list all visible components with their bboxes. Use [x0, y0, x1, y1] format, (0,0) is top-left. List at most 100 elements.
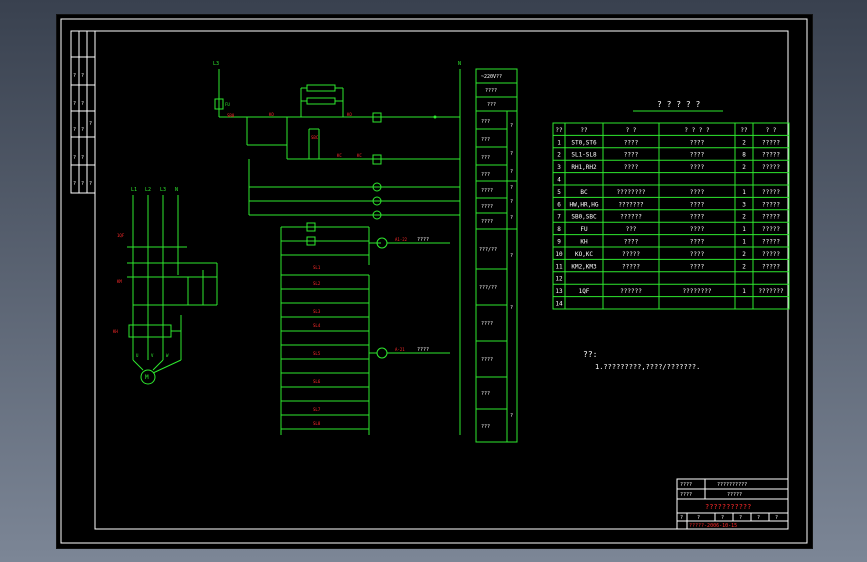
neutral-label: N: [458, 61, 461, 67]
legend-cell: 12: [555, 276, 563, 283]
notes-heading: ??:: [583, 350, 597, 359]
terminal-label: A-21: [395, 347, 405, 352]
strip-text: ?: [89, 121, 92, 127]
legend-cell: HW,HR,HG: [570, 201, 599, 208]
legend-header-cell: ??: [740, 127, 748, 134]
legend-cell: ????: [690, 152, 705, 159]
side-mark: ?: [510, 123, 513, 129]
legend-cell: KO,KC: [575, 251, 593, 258]
function-cell: ???: [481, 155, 490, 161]
legend-header-cell: ? ? ? ?: [684, 127, 710, 134]
control-circuit: L3 N FU SB0 KO SBC KC KO KC: [213, 61, 461, 435]
legend-cell: ?????: [762, 239, 780, 246]
relay-label: KH: [113, 329, 118, 334]
contact-label: SL1: [313, 265, 321, 270]
side-mark: ?: [510, 185, 513, 191]
function-cell: ???: [481, 172, 490, 178]
tb-cell: ?: [775, 515, 778, 521]
contact-label: SL5: [313, 351, 321, 356]
legend-cell: KM2,KM3: [571, 263, 597, 270]
strip-text: ?: [73, 101, 76, 107]
side-mark: ?: [510, 253, 513, 259]
legend-cell: ????: [624, 164, 639, 171]
tb-project: ???????????: [705, 503, 751, 511]
motor-phase: V: [151, 353, 154, 358]
legend-title: ? ? ? ? ?: [657, 100, 701, 109]
legend-cell: 14: [555, 301, 563, 308]
function-cell: ~220V??: [481, 74, 502, 80]
level-switch-circuit: A1-22 ???? A-21 ???? SL1 SL2 SL3 SL4 SL5…: [280, 222, 450, 435]
tb-value: ??????????: [717, 482, 747, 488]
strip-text: ?: [73, 181, 76, 187]
outer-frame: [60, 18, 808, 544]
legend-cell: 2: [742, 214, 746, 221]
legend-cell: 1QF: [579, 288, 590, 295]
legend-cell: 7: [557, 214, 561, 221]
legend-cell: ????????: [617, 189, 646, 196]
legend-cell: 1: [742, 189, 746, 196]
terminal-text: ????: [417, 237, 429, 243]
legend-cell: 5: [557, 189, 561, 196]
strip-text: ?: [73, 73, 76, 79]
legend-cell: ????: [690, 239, 705, 246]
side-mark: ?: [510, 413, 513, 419]
legend-cell: 2: [742, 251, 746, 258]
strip-text: ?: [81, 101, 84, 107]
function-cell: ????: [481, 188, 493, 194]
legend-cell: 13: [555, 288, 563, 295]
contact-label: SL8: [313, 421, 321, 426]
phase-label: L2: [145, 187, 151, 193]
side-mark: ?: [510, 151, 513, 157]
legend-cell: BC: [580, 189, 588, 196]
function-cell: ???: [481, 424, 490, 430]
legend-cell: 3: [557, 164, 561, 171]
thermal-relay: [128, 324, 172, 338]
legend-cell: ????: [690, 214, 705, 221]
phase-label: L3: [213, 61, 219, 67]
fuse-label: FU: [225, 102, 230, 107]
legend-cell: 1: [742, 288, 746, 295]
legend-cell: ????????: [683, 288, 712, 295]
legend-cell: ?????: [622, 251, 640, 258]
legend-cell: KH: [580, 239, 588, 246]
legend-table: ? ? ? ? ? ????? ?? ? ? ???? ?1 ST0,ST6???…: [552, 100, 790, 310]
legend-cell: FU: [580, 226, 588, 233]
contactor-label: KM: [117, 279, 122, 284]
title-block: ???? ?????????? ???? ????? ??????????? ?…: [676, 478, 789, 530]
legend-cell: ?????: [762, 263, 780, 270]
legend-cell: ????: [690, 139, 705, 146]
legend-cell: ????: [624, 152, 639, 159]
schematic-canvas: ? ? ? ? ? ? ? ? ? ? ? ? L3 N FU SB0 KO S…: [60, 18, 808, 544]
legend-cell: 6: [557, 201, 561, 208]
legend-cell: ?????: [622, 263, 640, 270]
tb-label: ????: [680, 492, 692, 498]
strip-text: ?: [81, 181, 84, 187]
tb-cell: ?: [680, 515, 683, 521]
tb-cell: ?: [721, 515, 724, 521]
legend-cell: SB0,SBC: [571, 214, 597, 221]
strip-text: ?: [89, 181, 92, 187]
function-cell: ???/??: [479, 285, 497, 291]
function-column: ~220V?? ???? ??? ??? ??? ??? ??? ???? ??…: [475, 68, 518, 443]
legend-cell: 4: [557, 177, 561, 184]
legend-cell: ????: [690, 251, 705, 258]
contact-label: SB0: [227, 113, 235, 118]
legend-cell: 2: [742, 164, 746, 171]
legend-cell: ?????: [762, 139, 780, 146]
legend-cell: ????: [690, 164, 705, 171]
legend-cell: RH1,RH2: [571, 164, 597, 171]
legend-cell: 1: [742, 226, 746, 233]
legend-cell: 11: [555, 263, 563, 270]
strip-text: ?: [81, 127, 84, 133]
legend-cell: 10: [555, 251, 563, 258]
legend-cell: ?????: [762, 226, 780, 233]
contact-label: KO: [347, 112, 352, 117]
legend-header-cell: ? ?: [626, 127, 637, 134]
legend-cell: ???????: [758, 288, 784, 295]
side-mark: ?: [510, 215, 513, 221]
function-cell: ???: [481, 391, 490, 397]
meter-b: [376, 347, 388, 359]
legend-cell: ??????: [620, 214, 642, 221]
contact-label: SL2: [313, 281, 321, 286]
contact-label: SL3: [313, 309, 321, 314]
